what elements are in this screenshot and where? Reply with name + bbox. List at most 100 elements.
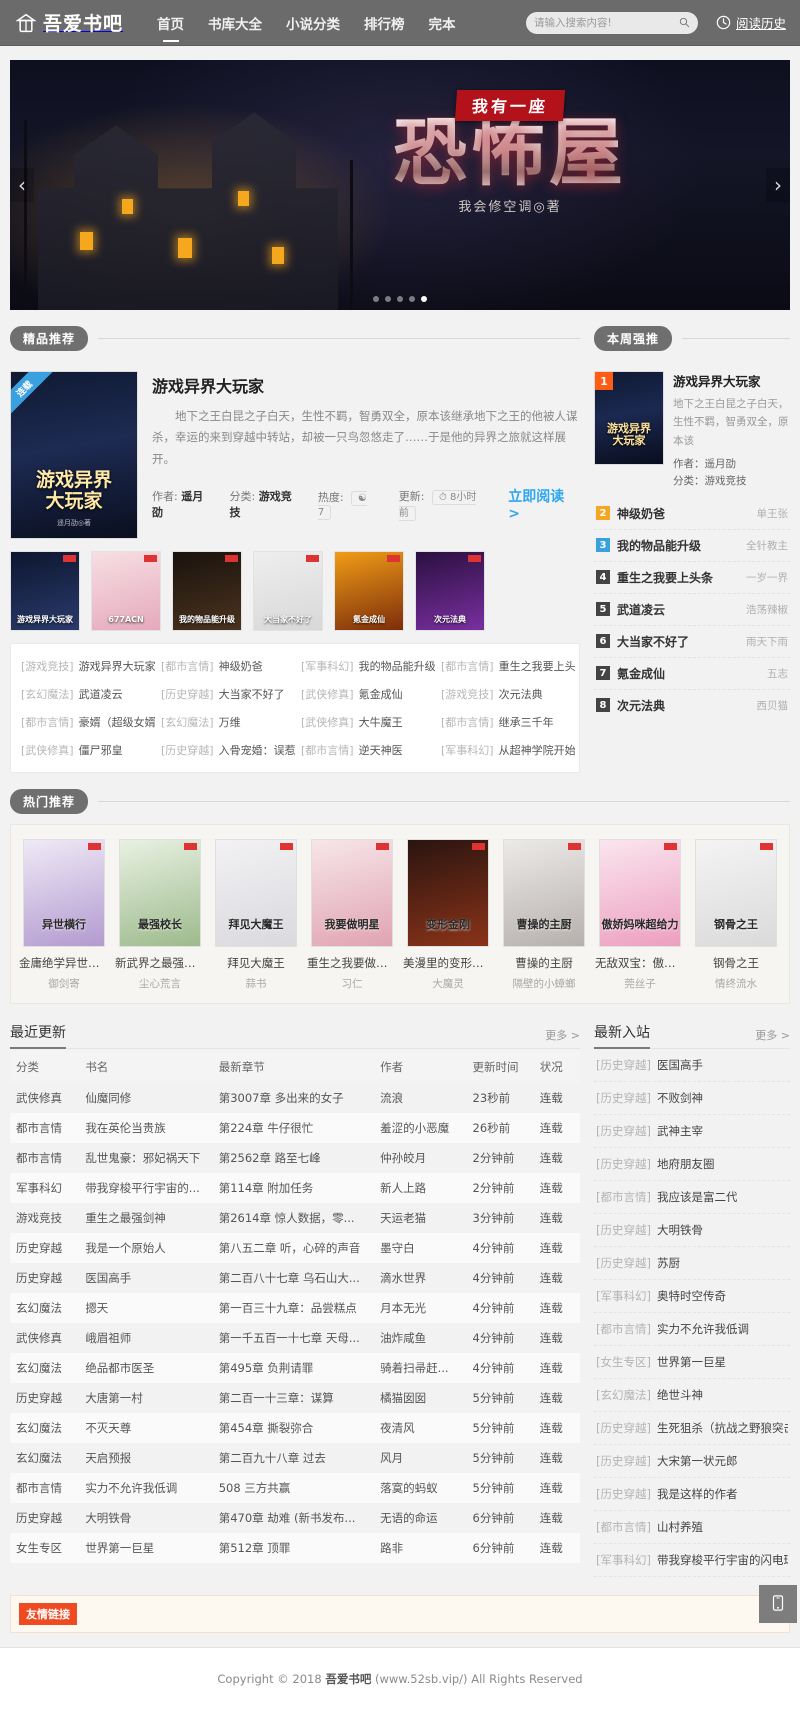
td-latest-chapter[interactable]: 第八五二章 听，心碎的声音 <box>212 1233 375 1263</box>
newest-book-link[interactable]: 带我穿梭平行宇宙的闪电球 <box>657 1552 788 1568</box>
recent-updates-more-link[interactable]: 更多 > <box>545 1027 580 1043</box>
weekly-rank-title[interactable]: 大当家不好了 <box>617 633 739 650</box>
hot-book-item[interactable]: 异世横行 金庸绝学异世横行 御剑寄 <box>19 839 109 991</box>
td-bookname-link[interactable]: 世界第一巨星 <box>85 1541 154 1555</box>
hot-book-cover[interactable]: 异世横行 <box>23 839 105 947</box>
newest-list-item[interactable]: [军事科幻] 奥特时空传奇 <box>594 1280 790 1313</box>
weekly-rank-item[interactable]: 7 氪金成仙 五志 <box>594 658 790 690</box>
newest-list-item[interactable]: [历史穿越] 大明铁骨 <box>594 1214 790 1247</box>
td-bookname-link[interactable]: 我是一个原始人 <box>85 1241 166 1255</box>
weekly-top-title[interactable]: 游戏异界大玩家 <box>673 371 790 390</box>
td-latest-chapter[interactable]: 第一百三十九章：品尝糕点 <box>212 1293 375 1323</box>
search-box[interactable] <box>525 11 698 34</box>
td-latest-chapter-link[interactable]: 第一千五百一十七章 天母... <box>219 1331 360 1345</box>
td-bookname-link[interactable]: 绝品都市医圣 <box>85 1361 154 1375</box>
tag-book-link[interactable]: 从超神学院开始的穿 <box>499 744 575 757</box>
td-latest-chapter[interactable]: 508 三方共赢 <box>212 1473 375 1503</box>
carousel-next-button[interactable]: › <box>766 168 790 202</box>
tag-book-link[interactable]: 万维 <box>219 716 241 729</box>
td-bookname-link[interactable]: 不灭天尊 <box>85 1421 131 1435</box>
td-bookname[interactable]: 绝品都市医圣 <box>79 1353 213 1383</box>
newest-book-link[interactable]: 生死狙杀（抗战之野狼突击队） <box>657 1420 788 1436</box>
td-bookname-link[interactable]: 重生之最强剑神 <box>85 1211 166 1225</box>
td-latest-chapter[interactable]: 第470章 劫难 (新书发布... <box>213 1503 374 1533</box>
td-bookname[interactable]: 实力不允许我低调 <box>79 1473 213 1503</box>
featured-thumbnail[interactable]: 次元法典 <box>415 551 485 631</box>
tag-book-link[interactable]: 神级奶爸 <box>219 660 263 673</box>
hot-book-cover[interactable]: 傲娇妈咪超给力 <box>599 839 681 947</box>
hot-book-item[interactable]: 曹操的主厨 曹操的主厨 隔壁的小蟑螂 <box>499 839 589 991</box>
carousel-dot-2[interactable] <box>385 296 391 302</box>
hot-book-cover[interactable]: 曹操的主厨 <box>503 839 585 947</box>
weekly-rank-item[interactable]: 6 大当家不好了 雨天下雨 <box>594 626 790 658</box>
td-bookname[interactable]: 天启预报 <box>79 1443 212 1473</box>
table-row[interactable]: 历史穿越 我是一个原始人 第八五二章 听，心碎的声音 墨守白 4分钟前 连载 <box>10 1233 580 1263</box>
weekly-rank-title[interactable]: 神级奶爸 <box>617 505 750 522</box>
weekly-rank-item[interactable]: 8 次元法典 西贝猫 <box>594 690 790 721</box>
td-latest-chapter-link[interactable]: 第一百三十九章：品尝糕点 <box>219 1301 357 1315</box>
newest-list-item[interactable]: [历史穿越] 不败剑神 <box>594 1082 790 1115</box>
td-latest-chapter-link[interactable]: 第2614章 惊人数据，零... <box>219 1211 355 1225</box>
newest-book-link[interactable]: 大明铁骨 <box>657 1222 703 1238</box>
td-bookname-link[interactable]: 实力不允许我低调 <box>85 1481 177 1495</box>
featured-thumbnail[interactable]: 大当家不好了 <box>253 551 323 631</box>
td-bookname-link[interactable]: 峨眉祖师 <box>85 1331 131 1345</box>
tag-book-link[interactable]: 大牛魔王 <box>359 716 403 729</box>
hero-carousel[interactable]: 我有一座 恐怖屋 我会修空调◎著 ‹ › <box>10 60 790 310</box>
td-latest-chapter[interactable]: 第二百八十七章 乌石山大... <box>213 1263 374 1293</box>
weekly-top-book[interactable]: 1 游戏异界 大玩家 游戏异界大玩家 地下之王白昆之子白天，生性不羁，智勇双全，原… <box>594 361 790 490</box>
featured-book[interactable]: 连载 游戏异界 大玩家 遥月劭◎著 游戏异界大玩家 地下之王白昆之子白天，生性不羁… <box>10 361 580 539</box>
td-bookname-link[interactable]: 医国高手 <box>85 1271 131 1285</box>
td-latest-chapter-link[interactable]: 第二百九十八章 过去 <box>219 1451 326 1465</box>
td-bookname[interactable]: 医国高手 <box>79 1263 212 1293</box>
td-bookname-link[interactable]: 乱世鬼豪：邪妃祸天下 <box>85 1151 200 1165</box>
tag-book-link[interactable]: 我的物品能升级 <box>359 660 435 673</box>
newest-book-link[interactable]: 绝世斗神 <box>657 1387 703 1403</box>
td-latest-chapter[interactable]: 第2562章 路至七峰 <box>213 1143 374 1173</box>
hot-book-item[interactable]: 傲娇妈咪超给力 无敌双宝：傲娇妈 莞丝子 <box>595 839 685 991</box>
td-bookname-link[interactable]: 带我穿梭平行宇宙的... <box>85 1181 199 1195</box>
td-latest-chapter[interactable]: 第512章 顶罪 <box>212 1533 375 1563</box>
td-latest-chapter[interactable]: 第二百一十三章：谋算 <box>213 1383 374 1413</box>
tag-book-link[interactable]: 继承三千年 <box>499 716 554 729</box>
td-latest-chapter-link[interactable]: 第114章 附加任务 <box>219 1181 314 1195</box>
weekly-top-cover[interactable]: 1 游戏异界 大玩家 <box>594 371 664 465</box>
td-bookname[interactable]: 摁天 <box>79 1293 213 1323</box>
tag-book-link[interactable]: 游戏异界大玩家 <box>79 660 155 673</box>
td-latest-chapter-link[interactable]: 第224章 牛仔很忙 <box>219 1121 314 1135</box>
newest-book-link[interactable]: 实力不允许我低调 <box>657 1321 749 1337</box>
td-bookname[interactable]: 大唐第一村 <box>79 1383 212 1413</box>
search-input[interactable] <box>533 16 679 29</box>
td-bookname[interactable]: 乱世鬼豪：邪妃祸天下 <box>79 1143 212 1173</box>
weekly-rank-title[interactable]: 次元法典 <box>617 697 750 714</box>
td-bookname-link[interactable]: 大唐第一村 <box>85 1391 143 1405</box>
table-row[interactable]: 都市言情 我在英伦当贵族 第224章 牛仔很忙 羞涩的小恶魔 26秒前 连载 <box>10 1113 580 1143</box>
tag-book-link[interactable]: 氪金成仙 <box>359 688 403 701</box>
newest-more-link[interactable]: 更多 > <box>755 1027 790 1043</box>
hot-book-cover[interactable]: 钢骨之王 <box>695 839 777 947</box>
tag-book-link[interactable]: 武道凌云 <box>79 688 123 701</box>
td-latest-chapter[interactable]: 第495章 负荆请罪 <box>212 1353 375 1383</box>
newest-book-link[interactable]: 我是这样的作者 <box>657 1486 738 1502</box>
td-bookname[interactable]: 重生之最强剑神 <box>79 1203 212 1233</box>
table-row[interactable]: 历史穿越 大唐第一村 第二百一十三章：谋算 橘猫囡囡 5分钟前 连载 <box>10 1383 580 1413</box>
td-bookname-link[interactable]: 天启预报 <box>85 1451 131 1465</box>
read-now-button[interactable]: 立即阅读 > <box>508 486 580 522</box>
nav-item-ranking[interactable]: 排行榜 <box>352 9 417 37</box>
hot-book-item[interactable]: 我要做明星 重生之我要做明星 习仁 <box>307 839 397 991</box>
td-bookname-link[interactable]: 我在英伦当贵族 <box>85 1121 166 1135</box>
newest-book-link[interactable]: 奥特时空传奇 <box>657 1288 726 1304</box>
weekly-rank-item[interactable]: 3 我的物品能升级 全针教主 <box>594 530 790 562</box>
tag-book-link[interactable]: 僵尸邪皇 <box>79 744 123 757</box>
td-latest-chapter[interactable]: 第3007章 多出来的女子 <box>213 1083 374 1113</box>
td-latest-chapter[interactable]: 第一千五百一十七章 天母... <box>213 1323 374 1353</box>
search-icon[interactable] <box>679 17 690 28</box>
td-latest-chapter[interactable]: 第224章 牛仔很忙 <box>212 1113 375 1143</box>
mobile-site-button[interactable] <box>759 1585 797 1623</box>
weekly-rank-item[interactable]: 2 神级奶爸 单王张 <box>594 498 790 530</box>
newest-list-item[interactable]: [玄幻魔法] 绝世斗神 <box>594 1379 790 1412</box>
table-row[interactable]: 都市言情 实力不允许我低调 508 三方共赢 落寞的蚂蚁 5分钟前 连载 <box>10 1473 580 1503</box>
tag-book-link[interactable]: 重生之我要上头条 <box>499 660 575 673</box>
newest-list-item[interactable]: [历史穿越] 武神主宰 <box>594 1115 790 1148</box>
hot-book-cover[interactable]: 最强校长 <box>119 839 201 947</box>
